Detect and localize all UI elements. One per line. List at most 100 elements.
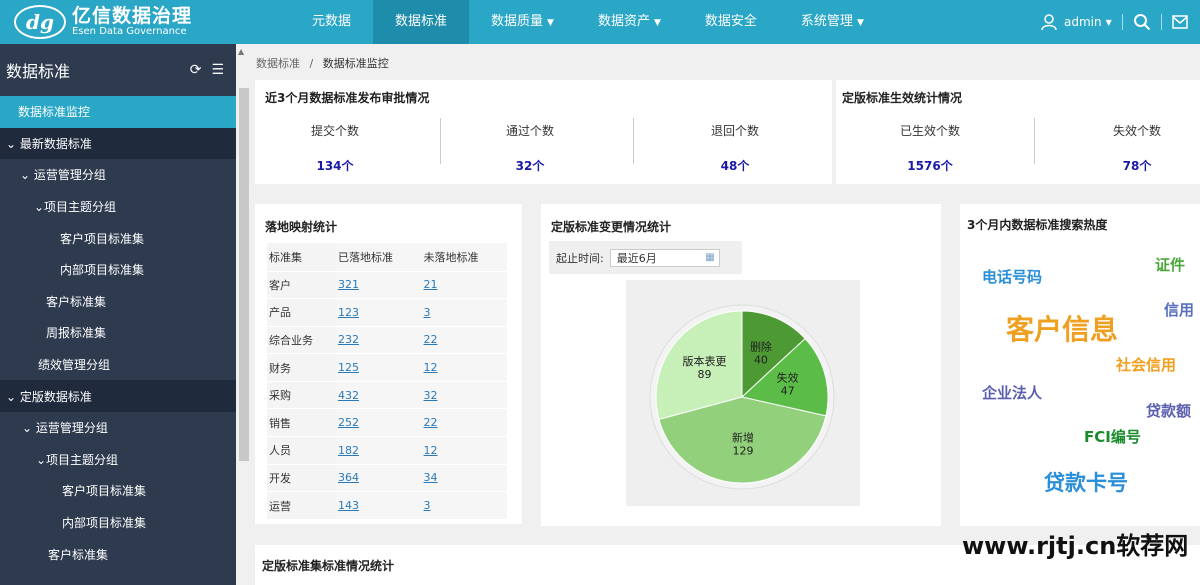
sidebar-item[interactable]: 客户项目标准集 xyxy=(0,222,236,254)
chevron-down-icon: ▼ xyxy=(653,18,661,28)
sidebar-item[interactable]: ⌄项目主题分组 xyxy=(0,191,236,223)
word-cloud-term[interactable]: 贷款额 xyxy=(1146,400,1191,421)
word-cloud-term[interactable]: FCI编号 xyxy=(1084,426,1141,447)
word-cloud-term[interactable]: 社会信用 xyxy=(1116,354,1176,375)
brand-logo[interactable]: dg 亿信数据治理 Esen Data Governance xyxy=(0,0,236,44)
pie-chart-area: 删除 40 失效 47 新增 129 版本表更 89 xyxy=(626,280,860,506)
table-cell: 12 xyxy=(421,436,507,465)
stat-value: 78个 xyxy=(1122,159,1152,173)
chevron-down-icon[interactable]: ▼ xyxy=(1106,18,1112,27)
divider xyxy=(1121,14,1123,30)
table-cell: 人员 xyxy=(267,436,336,465)
count-link[interactable]: 182 xyxy=(338,444,359,457)
count-link[interactable]: 321 xyxy=(338,278,359,291)
count-link[interactable]: 3 xyxy=(424,306,431,319)
count-link[interactable]: 123 xyxy=(338,306,359,319)
sidebar-item[interactable]: 内部项目标准集 xyxy=(0,507,236,539)
user-icon[interactable] xyxy=(1040,13,1058,31)
count-link[interactable]: 3 xyxy=(424,499,431,512)
count-link[interactable]: 12 xyxy=(424,444,438,457)
sidebar-item[interactable]: 客户标准集 xyxy=(0,286,236,318)
table-cell: 22 xyxy=(421,408,507,437)
nav-item-1[interactable]: 数据标准 xyxy=(373,0,470,44)
column-header: 未落地标准 xyxy=(421,243,507,271)
count-link[interactable]: 364 xyxy=(338,471,359,484)
slice-label: 新增 xyxy=(732,430,754,444)
collapse-menu-icon[interactable]: ☰ xyxy=(211,62,224,78)
word-cloud-term[interactable]: 证件 xyxy=(1155,254,1185,275)
sidebar-item[interactable]: ⌄ 运营管理分组 xyxy=(0,159,236,191)
date-range-filter: 起止时间: 最近6月 ▦ xyxy=(549,241,742,274)
slice-value: 129 xyxy=(732,444,753,457)
sidebar-item[interactable]: 周报标准集 xyxy=(0,317,236,349)
count-link[interactable]: 22 xyxy=(424,333,438,346)
nav-item-4[interactable]: 数据安全 xyxy=(683,0,779,44)
sidebar-item[interactable]: ⌄ 最新数据标准 xyxy=(0,127,236,160)
date-label: 起止时间: xyxy=(556,251,604,265)
stat-item: 退回个数 48个 xyxy=(685,122,785,174)
sidebar-item[interactable]: ⌄项目主题分组 xyxy=(0,444,236,476)
sidebar-tree: 数据标准监控 ⌄ 最新数据标准 ⌄ 运营管理分组 ⌄项目主题分组 客户项目标准集 内部项目… xyxy=(0,96,236,570)
nav-item-3[interactable]: 数据资产 ▼ xyxy=(576,0,683,44)
sidebar-item[interactable]: 内部项目标准集 xyxy=(0,254,236,286)
count-link[interactable]: 34 xyxy=(424,471,438,484)
word-cloud-term[interactable]: 电话号码 xyxy=(982,266,1042,287)
sidebar-item[interactable]: 数据标准监控 xyxy=(0,96,236,128)
sidebar-item[interactable]: 客户标准集 xyxy=(0,538,236,570)
count-link[interactable]: 21 xyxy=(424,278,438,291)
nav-label: 数据标准 xyxy=(395,14,448,29)
count-link[interactable]: 125 xyxy=(338,361,359,374)
table-row: 开发 364 34 xyxy=(267,463,507,492)
table-cell: 32 xyxy=(421,380,507,409)
date-range-input[interactable]: 最近6月 ▦ xyxy=(609,248,720,267)
table-cell: 252 xyxy=(336,408,422,437)
sidebar-item[interactable]: 绩效管理分组 xyxy=(0,349,236,381)
stat-item: 通过个数 32个 xyxy=(480,122,580,174)
table-row: 客户 321 21 xyxy=(267,270,507,299)
stat-value: 32个 xyxy=(515,159,545,173)
effect-stats-card: 定版标准生效统计情况 已生效个数 1576个 失效个数 78个 xyxy=(836,80,1200,184)
word-cloud-term[interactable]: 客户信息 xyxy=(1006,308,1118,348)
count-link[interactable]: 252 xyxy=(338,416,359,429)
nav-item-2[interactable]: 数据质量 ▼ xyxy=(469,0,576,44)
scrollbar-thumb[interactable] xyxy=(239,88,249,461)
column-header: 标准集 xyxy=(267,243,336,271)
sidebar-header: 数据标准 ⟳ ☰ xyxy=(0,44,236,96)
sidebar-item[interactable]: ⌄ 定版数据标准 xyxy=(0,380,236,412)
scroll-up-icon[interactable]: ▲ xyxy=(238,47,244,56)
username[interactable]: admin xyxy=(1064,15,1102,29)
nav-item-5[interactable]: 系统管理 ▼ xyxy=(779,0,886,44)
count-link[interactable]: 232 xyxy=(338,333,359,346)
table-row: 采购 432 32 xyxy=(267,380,507,409)
sidebar-item[interactable]: ⌄ 运营管理分组 xyxy=(0,412,236,444)
mail-icon[interactable] xyxy=(1172,15,1188,29)
count-link[interactable]: 12 xyxy=(424,361,438,374)
slice-value: 89 xyxy=(697,368,711,381)
table-cell: 182 xyxy=(336,436,422,465)
slice-value: 40 xyxy=(754,354,768,367)
divider xyxy=(1160,14,1162,30)
approval-stats-card: 近3个月数据标准发布审批情况 提交个数 134个 通过个数 32个 退回个数 48个 xyxy=(255,80,832,184)
word-cloud-term[interactable]: 贷款卡号 xyxy=(1044,467,1128,497)
table-cell: 432 xyxy=(336,380,422,409)
calendar-icon[interactable]: ▦ xyxy=(705,252,714,263)
table-cell: 364 xyxy=(336,463,422,492)
sidebar-item[interactable]: 客户项目标准集 xyxy=(0,475,236,507)
search-icon[interactable] xyxy=(1133,13,1151,31)
count-link[interactable]: 143 xyxy=(338,499,359,512)
nav-item-0[interactable]: 元数据 xyxy=(290,0,373,44)
count-link[interactable]: 22 xyxy=(424,416,438,429)
breadcrumb-parent[interactable]: 数据标准 xyxy=(256,57,300,70)
column-header: 已落地标准 xyxy=(336,243,422,271)
table-cell: 21 xyxy=(421,270,507,299)
count-link[interactable]: 32 xyxy=(424,389,438,402)
word-cloud-term[interactable]: 信用 xyxy=(1164,299,1194,320)
sidebar-title: 数据标准 xyxy=(6,62,71,81)
chevron-down-icon: ▼ xyxy=(856,18,864,28)
word-cloud-term[interactable]: 企业法人 xyxy=(982,382,1042,403)
table-cell: 客户 xyxy=(267,270,336,299)
count-link[interactable]: 432 xyxy=(338,389,359,402)
refresh-icon[interactable]: ⟳ xyxy=(190,62,202,78)
breadcrumb-current: 数据标准监控 xyxy=(322,57,389,70)
stat-value: 48个 xyxy=(720,159,750,173)
